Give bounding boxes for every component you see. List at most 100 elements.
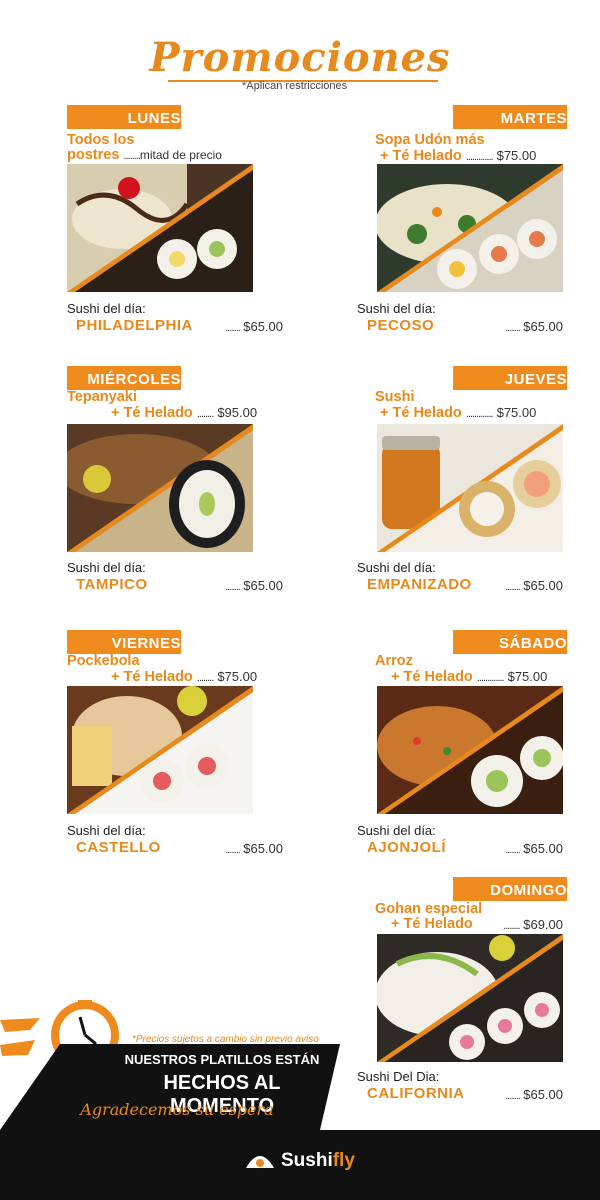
food-photo: [67, 686, 253, 814]
promo-text: Todos los postres ........mitad de preci…: [67, 133, 297, 164]
promo-text: Gohan especial + Té Helado ........ $69.…: [375, 901, 563, 934]
sushi-price-row: ........ $65.00: [225, 841, 283, 856]
food-photo: [67, 164, 253, 292]
promo-text: Tepanyaki + Té Helado ........ $95.00: [67, 390, 297, 422]
sushi-dots: ........: [505, 845, 520, 856]
promo-line-2-text: + Té Helado: [111, 669, 193, 685]
promo-line-2-text: postres: [67, 147, 120, 163]
promo-price: $75.00: [496, 148, 537, 163]
promo-price: $75.00: [496, 405, 537, 420]
day-card-viernes: VIERNES Pockebola + Té Helado ........ $…: [67, 630, 297, 870]
sushi-price: $65.00: [523, 578, 563, 593]
sushi-price-row: ........ $65.00: [225, 319, 283, 334]
sushi-price: $65.00: [523, 319, 563, 334]
day-label-text: LUNES: [127, 110, 181, 127]
sushi-name: CALIFORNIA: [367, 1085, 465, 1102]
promo-line-1: Sushi: [375, 389, 415, 405]
promo-text: Pockebola + Té Helado ........ $75.00: [67, 654, 297, 686]
sushi-name: TAMPICO: [76, 576, 148, 593]
sushi-dots: ........: [505, 582, 520, 593]
day-label: MARTES: [453, 105, 567, 129]
day-card-miercoles: MIÉRCOLES Tepanyaki + Té Helado ........…: [67, 366, 297, 606]
sushi-name: EMPANIZADO: [367, 576, 472, 593]
day-card-martes: MARTES Sopa Udón más + Té Helado .......…: [337, 105, 567, 345]
promo-line-1: Arroz: [375, 653, 413, 669]
sushi-label: Sushi del día:: [357, 823, 436, 838]
brand-name-b: fly: [332, 1150, 355, 1171]
sushi-price: $65.00: [243, 578, 283, 593]
day-card-sabado: SÁBADO Arroz + Té Helado ............. $…: [337, 630, 567, 870]
promo-text: Sushi + Té Helado ............. $75.00: [375, 390, 563, 422]
sushi-price-row: ........ $65.00: [505, 578, 563, 593]
promo-line-2: + Té Helado ............. $75.00: [375, 405, 563, 422]
price-dots: ........: [196, 672, 214, 684]
sushi-label: Sushi del día:: [67, 301, 146, 316]
brand-name: Sushifly: [281, 1150, 355, 1172]
promo-line-2: + Té Helado ........ $95.00: [67, 405, 297, 422]
price-dots: .............: [465, 151, 494, 163]
sushi-label: Sushi del día:: [357, 301, 436, 316]
promo-line-1: Gohan especial: [375, 901, 483, 917]
page-subtitle: *Aplican restricciones: [242, 80, 348, 92]
day-label: JUEVES: [453, 366, 567, 390]
sushi-price: $65.00: [523, 1087, 563, 1102]
sushi-price: $65.00: [243, 841, 283, 856]
sushi-price-row: ........ $65.00: [225, 578, 283, 593]
sushi-dots: ........: [505, 323, 520, 334]
sushi-name: AJONJOLÍ: [367, 839, 447, 856]
promo-price-row: ........ $69.00: [503, 917, 563, 934]
brand-name-a: Sushi: [281, 1150, 333, 1171]
sushi-label: Sushi del día:: [67, 823, 146, 838]
promo-line-2: + Té Helado ............. $75.00: [375, 148, 563, 165]
price-dots: .............: [465, 408, 494, 420]
promo-price: mitad de precio: [139, 148, 222, 162]
day-label: DOMINGO: [453, 877, 567, 901]
banner-line-3: Agradecemos su espera: [80, 1100, 274, 1119]
day-label: LUNES: [67, 105, 181, 129]
day-card-jueves: JUEVES Sushi + Té Helado ............. $…: [337, 366, 567, 606]
sushi-label: Sushi del día:: [357, 560, 436, 575]
promo-price: $69.00: [523, 917, 563, 932]
price-dots: ........: [196, 408, 214, 420]
food-photo: [377, 934, 563, 1062]
promo-price: $75.00: [217, 669, 258, 684]
day-label: SÁBADO: [453, 630, 567, 654]
promo-line-2: postres ........mitad de precio: [67, 148, 297, 164]
price-dots: .............: [476, 672, 505, 684]
promo-line-2: + Té Helado ........ $75.00: [67, 669, 297, 686]
banner-line-1: NUESTROS PLATILLOS ESTÁN: [124, 1052, 320, 1067]
promo-price: $75.00: [507, 669, 548, 684]
day-label: MIÉRCOLES: [67, 366, 181, 390]
sushi-dots: ........: [505, 1091, 520, 1102]
price-dots: ........: [503, 920, 520, 932]
promo-price: $95.00: [217, 405, 258, 420]
promo-line-2-text: + Té Helado: [380, 405, 462, 421]
promo-line-1: Todos los: [67, 132, 135, 148]
promo-text: Arroz + Té Helado ............. $75.00: [375, 654, 563, 686]
day-card-lunes: LUNES Todos los postres ........mitad de…: [67, 105, 297, 345]
promo-line-2-text: + Té Helado: [111, 405, 193, 421]
food-photo: [377, 686, 563, 814]
sushi-logo-icon: [244, 1148, 276, 1175]
sushi-price-row: ........ $65.00: [505, 1087, 563, 1102]
sushi-dots: ........: [225, 845, 240, 856]
promo-line-2-text: + Té Helado: [380, 148, 462, 164]
promo-line-2-text: + Té Helado: [391, 916, 473, 932]
day-card-domingo: DOMINGO Gohan especial + Té Helado .....…: [337, 877, 567, 1117]
sushi-price: $65.00: [523, 841, 563, 856]
food-photo: [67, 424, 253, 552]
sushi-dots: ........: [225, 582, 240, 593]
sushi-price-row: ........ $65.00: [505, 841, 563, 856]
promo-line-2: + Té Helado ............. $75.00: [375, 669, 563, 686]
day-label: VIERNES: [67, 630, 181, 654]
sushi-name: PHILADELPHIA: [76, 317, 193, 334]
price-dots: ........: [123, 150, 140, 162]
promo-line-1: Sopa Udón más: [375, 132, 485, 148]
sushi-label: Sushi Del Dia:: [357, 1069, 440, 1084]
sushi-name: CASTELLO: [76, 839, 161, 856]
promo-line-1: Tepanyaki: [67, 389, 137, 405]
brand-logo: Sushifly: [244, 1147, 355, 1175]
sushi-price: $65.00: [243, 319, 283, 334]
promo-line-1: Pockebola: [67, 653, 140, 669]
food-photo: [377, 424, 563, 552]
